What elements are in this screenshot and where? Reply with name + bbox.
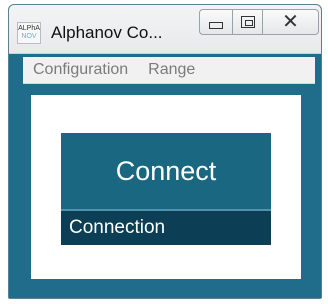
app-logo-icon: ALPhA NOV	[17, 22, 41, 44]
maximize-button[interactable]	[233, 9, 263, 35]
title-bar[interactable]: ALPhA NOV Alphanov Co... ✕	[9, 5, 321, 54]
app-logo-text-top: ALPhA	[18, 25, 40, 32]
connect-block: Connect Connection	[61, 133, 271, 245]
connect-button[interactable]: Connect	[61, 133, 271, 209]
minimize-icon	[209, 21, 223, 29]
app-logo-text-bottom: NOV	[21, 33, 37, 40]
menu-item-configuration[interactable]: Configuration	[23, 61, 138, 79]
connection-status: Connection	[61, 211, 271, 245]
caption-buttons: ✕	[199, 9, 319, 37]
minimize-button[interactable]	[199, 9, 233, 35]
close-icon: ✕	[282, 11, 299, 33]
menu-bar: Configuration Range	[23, 57, 315, 84]
menu-item-range[interactable]: Range	[138, 61, 205, 79]
content-panel: Connect Connection	[31, 95, 301, 279]
maximize-icon	[240, 16, 255, 28]
close-button[interactable]: ✕	[263, 9, 319, 35]
app-window: ALPhA NOV Alphanov Co... ✕ Configuration…	[8, 4, 322, 299]
window-title: Alphanov Co...	[51, 23, 163, 42]
